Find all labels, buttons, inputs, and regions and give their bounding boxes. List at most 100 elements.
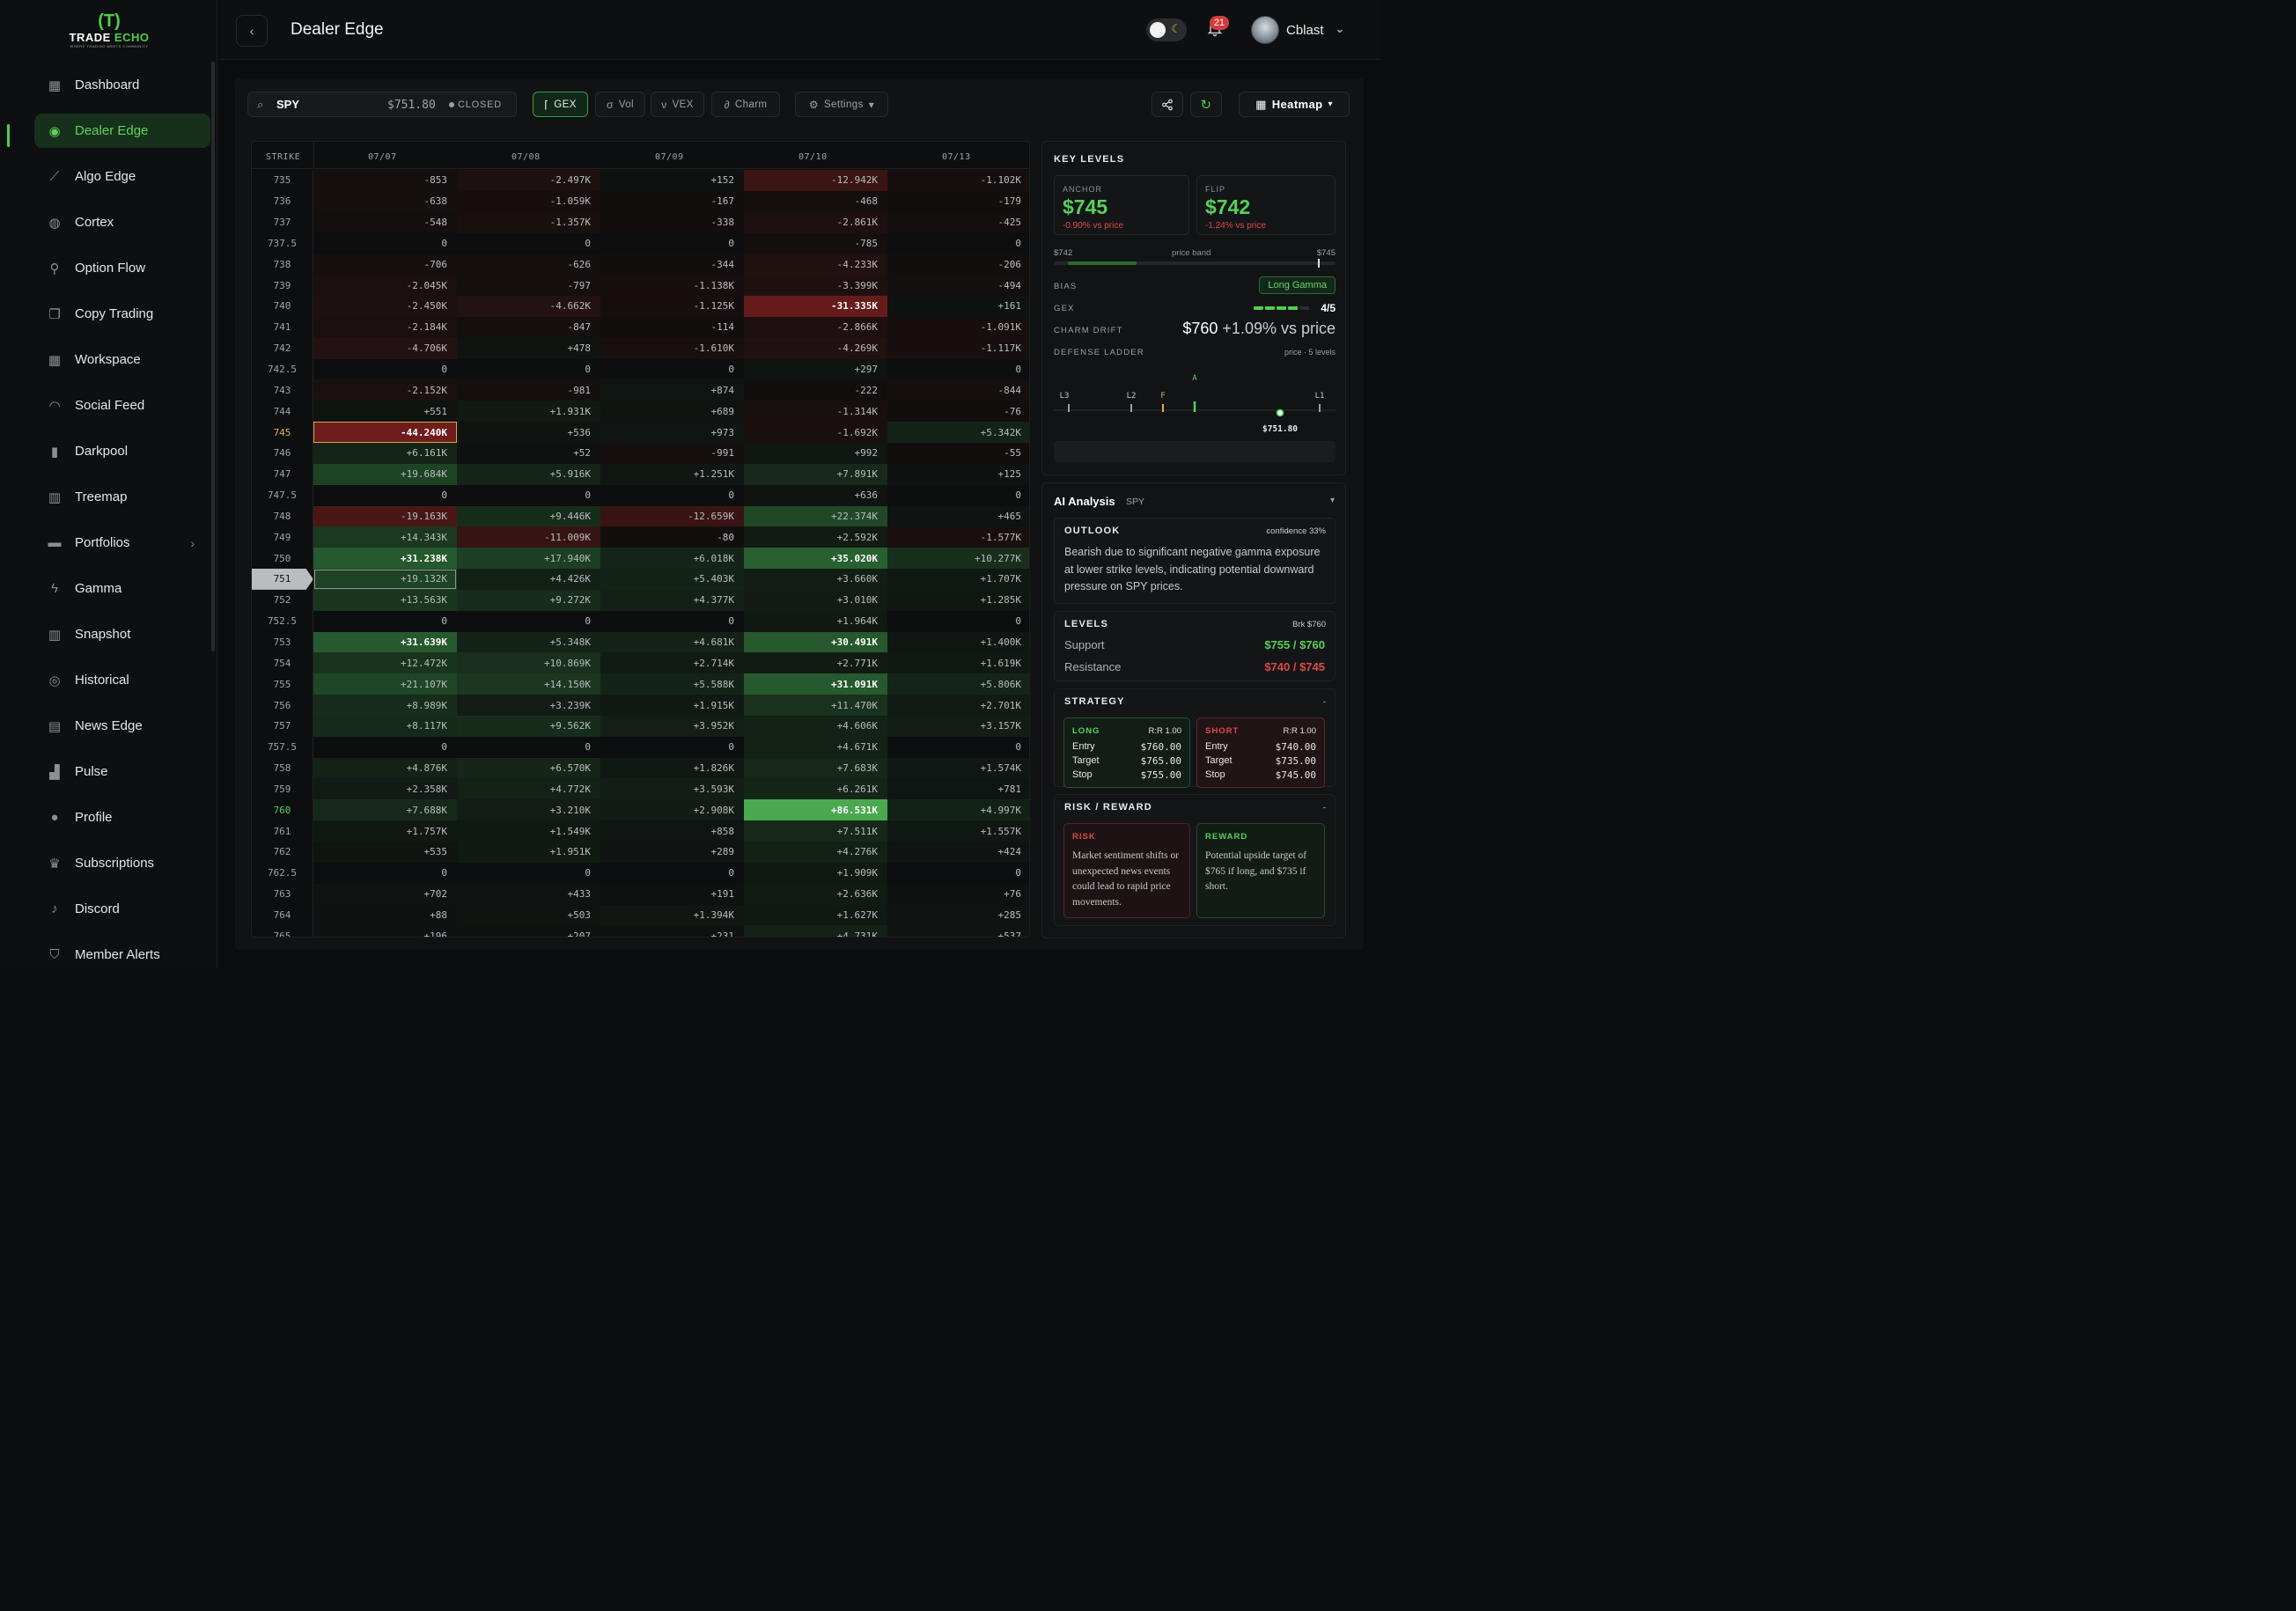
heatmap-cell[interactable]: +125	[887, 463, 1029, 485]
table-row[interactable]: 738 -706 -626 -344 -4.233K -206	[252, 254, 1029, 276]
heatmap-cell[interactable]: -1.610K	[600, 337, 744, 359]
date-column-header[interactable]: 07/09	[655, 152, 684, 162]
back-button[interactable]: ‹	[236, 15, 268, 47]
heatmap-cell[interactable]: +7.688K	[313, 799, 457, 821]
sidebar-item-snapshot[interactable]: ▥ Snapshot	[34, 617, 210, 651]
heatmap-cell[interactable]: +3.010K	[744, 589, 887, 611]
table-row[interactable]: 749 +14.343K -11.009K -80 +2.592K -1.577K	[252, 526, 1029, 548]
heatmap-cell[interactable]: +297	[744, 358, 887, 380]
heatmap-cell[interactable]: +3.210K	[457, 799, 600, 821]
heatmap-cell[interactable]: +5.403K	[600, 569, 744, 590]
heatmap-cell[interactable]: -2.450K	[313, 296, 457, 317]
heatmap-cell[interactable]: -494	[887, 275, 1029, 297]
heatmap-cell[interactable]: +3.157K	[887, 715, 1029, 737]
heatmap-cell[interactable]: +17.940K	[457, 548, 600, 570]
heatmap-cell[interactable]: -1.314K	[744, 401, 887, 423]
heatmap-cell[interactable]: +4.606K	[744, 715, 887, 737]
heatmap-cell[interactable]: 0	[600, 485, 744, 506]
heatmap-cell[interactable]: 0	[457, 863, 600, 884]
sidebar-item-cortex[interactable]: ◍ Cortex	[34, 205, 210, 239]
heatmap-cell[interactable]: 0	[457, 611, 600, 632]
heatmap-cell[interactable]: +4.276K	[744, 842, 887, 863]
heatmap-cell[interactable]: +4.772K	[457, 778, 600, 800]
heatmap-cell[interactable]: -55	[887, 442, 1029, 464]
table-row[interactable]: 742 -4.706K +478 -1.610K -4.269K -1.117K	[252, 337, 1029, 359]
table-row[interactable]: 755 +21.107K +14.150K +5.588K +31.091K +5.806…	[252, 673, 1029, 695]
heatmap-cell[interactable]: +1.707K	[887, 569, 1029, 590]
heatmap-cell[interactable]: -4.269K	[744, 337, 887, 359]
heatmap-cell[interactable]: +2.592K	[744, 526, 887, 548]
heatmap-cell[interactable]: -548	[313, 211, 457, 233]
heatmap-cell[interactable]: -344	[600, 254, 744, 276]
heatmap-cell[interactable]: +1.394K	[600, 904, 744, 926]
heatmap-cell[interactable]: +31.091K	[744, 673, 887, 695]
heatmap-cell[interactable]: +2.358K	[313, 778, 457, 800]
heatmap-cell[interactable]: 0	[457, 359, 600, 380]
heatmap-cell[interactable]: 0	[887, 485, 1029, 506]
heatmap-cell[interactable]: +3.239K	[457, 695, 600, 716]
heatmap-cell[interactable]: -2.045K	[313, 275, 457, 297]
heatmap-cell[interactable]: +21.107K	[313, 673, 457, 695]
notification-badge[interactable]: 21	[1210, 16, 1229, 30]
sidebar-item-treemap[interactable]: ▥ Treemap	[34, 480, 210, 514]
heatmap-cell[interactable]: +1.951K	[457, 842, 600, 863]
sidebar-item-dashboard[interactable]: ▦ Dashboard	[34, 68, 210, 102]
heatmap-cell[interactable]: +1.915K	[600, 695, 744, 716]
heatmap-cell[interactable]: 0	[600, 359, 744, 380]
heatmap-cell[interactable]: +537	[887, 925, 1029, 937]
table-row[interactable]: 752.5 0 0 0 +1.964K 0	[252, 610, 1029, 632]
table-row[interactable]: 747 +19.684K +5.916K +1.251K +7.891K +125	[252, 463, 1029, 485]
heatmap-cell[interactable]: +35.020K	[744, 548, 887, 570]
heatmap-cell[interactable]: +52	[457, 442, 600, 464]
heatmap-cell[interactable]: -638	[313, 190, 457, 212]
heatmap-cell[interactable]: +9.562K	[457, 715, 600, 737]
gex-button[interactable]: ⌈ GEX	[533, 92, 588, 117]
heatmap-cell[interactable]: +551	[313, 401, 457, 423]
heatmap-cell[interactable]: +231	[600, 925, 744, 937]
refresh-button[interactable]: ↻	[1190, 92, 1222, 117]
heatmap-cell[interactable]: 0	[600, 611, 744, 632]
heatmap-cell[interactable]: +31.238K	[313, 548, 457, 570]
heatmap-cell[interactable]: +4.671K	[744, 736, 887, 758]
heatmap-cell[interactable]: +14.150K	[457, 673, 600, 695]
heatmap-cell[interactable]: +1.826K	[600, 757, 744, 779]
table-row[interactable]: 739 -2.045K -797 -1.138K -3.399K -494	[252, 275, 1029, 297]
heatmap-cell[interactable]: -844	[887, 379, 1029, 401]
sidebar-item-profile[interactable]: ● Profile	[34, 800, 210, 835]
heatmap-cell[interactable]: -31.335K	[744, 296, 887, 317]
heatmap-cell[interactable]: +2.701K	[887, 695, 1029, 716]
heatmap-cell[interactable]: +196	[313, 925, 457, 937]
heatmap-cell[interactable]: -1.117K	[887, 337, 1029, 359]
heatmap-cell[interactable]: 0	[887, 611, 1029, 632]
heatmap-cell[interactable]: -2.184K	[313, 316, 457, 338]
table-row[interactable]: 740 -2.450K -4.662K -1.125K -31.335K +161	[252, 296, 1029, 317]
heatmap-cell[interactable]: -853	[313, 170, 457, 191]
heatmap-cell[interactable]: -981	[457, 379, 600, 401]
heatmap-cell[interactable]: +1.619K	[887, 652, 1029, 674]
heatmap-cell[interactable]: 0	[600, 863, 744, 884]
sidebar-item-option-flow[interactable]: ⚲ Option Flow	[34, 251, 210, 285]
heatmap-cell[interactable]: -76	[887, 401, 1029, 423]
heatmap-cell[interactable]: -179	[887, 190, 1029, 212]
table-row[interactable]: 762.5 0 0 0 +1.909K 0	[252, 862, 1029, 884]
symbol-input[interactable]: SPY	[276, 98, 299, 111]
heatmap-cell[interactable]: +7.683K	[744, 757, 887, 779]
heatmap-cell[interactable]: -1.091K	[887, 316, 1029, 338]
heatmap-cell[interactable]: -19.163K	[313, 505, 457, 527]
heatmap-cell[interactable]: +1.931K	[457, 401, 600, 423]
heatmap-cell[interactable]: -206	[887, 254, 1029, 276]
heatmap-cell[interactable]: +5.806K	[887, 673, 1029, 695]
table-row[interactable]: 751 +19.132K +4.426K +5.403K +3.660K +1.707K	[252, 569, 1029, 590]
table-row[interactable]: 761 +1.757K +1.549K +858 +7.511K +1.557K	[252, 820, 1029, 842]
sidebar-item-social-feed[interactable]: ◠ Social Feed	[34, 388, 210, 423]
charm-button[interactable]: ∂ Charm	[711, 92, 780, 117]
heatmap-cell[interactable]: +5.342K	[887, 422, 1029, 443]
sidebar-item-historical[interactable]: ◎ Historical	[34, 663, 210, 697]
sidebar-item-copy-trading[interactable]: ❐ Copy Trading	[34, 297, 210, 331]
heatmap-cell[interactable]: -425	[887, 211, 1029, 233]
heatmap-cell[interactable]: +4.681K	[600, 631, 744, 653]
heatmap-cell[interactable]: +11.470K	[744, 695, 887, 716]
heatmap-cell[interactable]: 0	[313, 611, 457, 632]
heatmap-cell[interactable]: +1.757K	[313, 820, 457, 842]
sidebar-item-discord[interactable]: ♪ Discord	[34, 892, 210, 926]
